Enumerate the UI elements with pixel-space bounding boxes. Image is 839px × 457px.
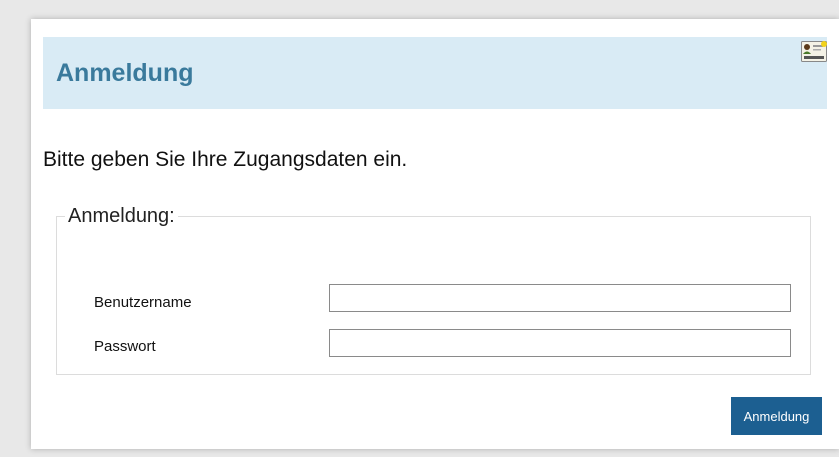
login-fieldset: Anmeldung: Benutzername Passwort: [56, 205, 811, 375]
password-input[interactable]: [329, 329, 791, 357]
fieldset-legend: Anmeldung:: [68, 205, 175, 227]
login-dialog: Anmeldung Bitte geben Sie Ihre Zugangsda…: [31, 19, 839, 449]
id-card-icon[interactable]: [801, 41, 827, 62]
instruction-text: Bitte geben Sie Ihre Zugangsdaten ein.: [43, 148, 408, 171]
username-input[interactable]: [329, 284, 791, 312]
login-button[interactable]: Anmeldung: [731, 397, 822, 435]
username-label: Benutzername: [94, 294, 192, 311]
page-title: Anmeldung: [56, 59, 194, 87]
dialog-header: Anmeldung: [43, 37, 827, 109]
password-label: Passwort: [94, 338, 156, 355]
